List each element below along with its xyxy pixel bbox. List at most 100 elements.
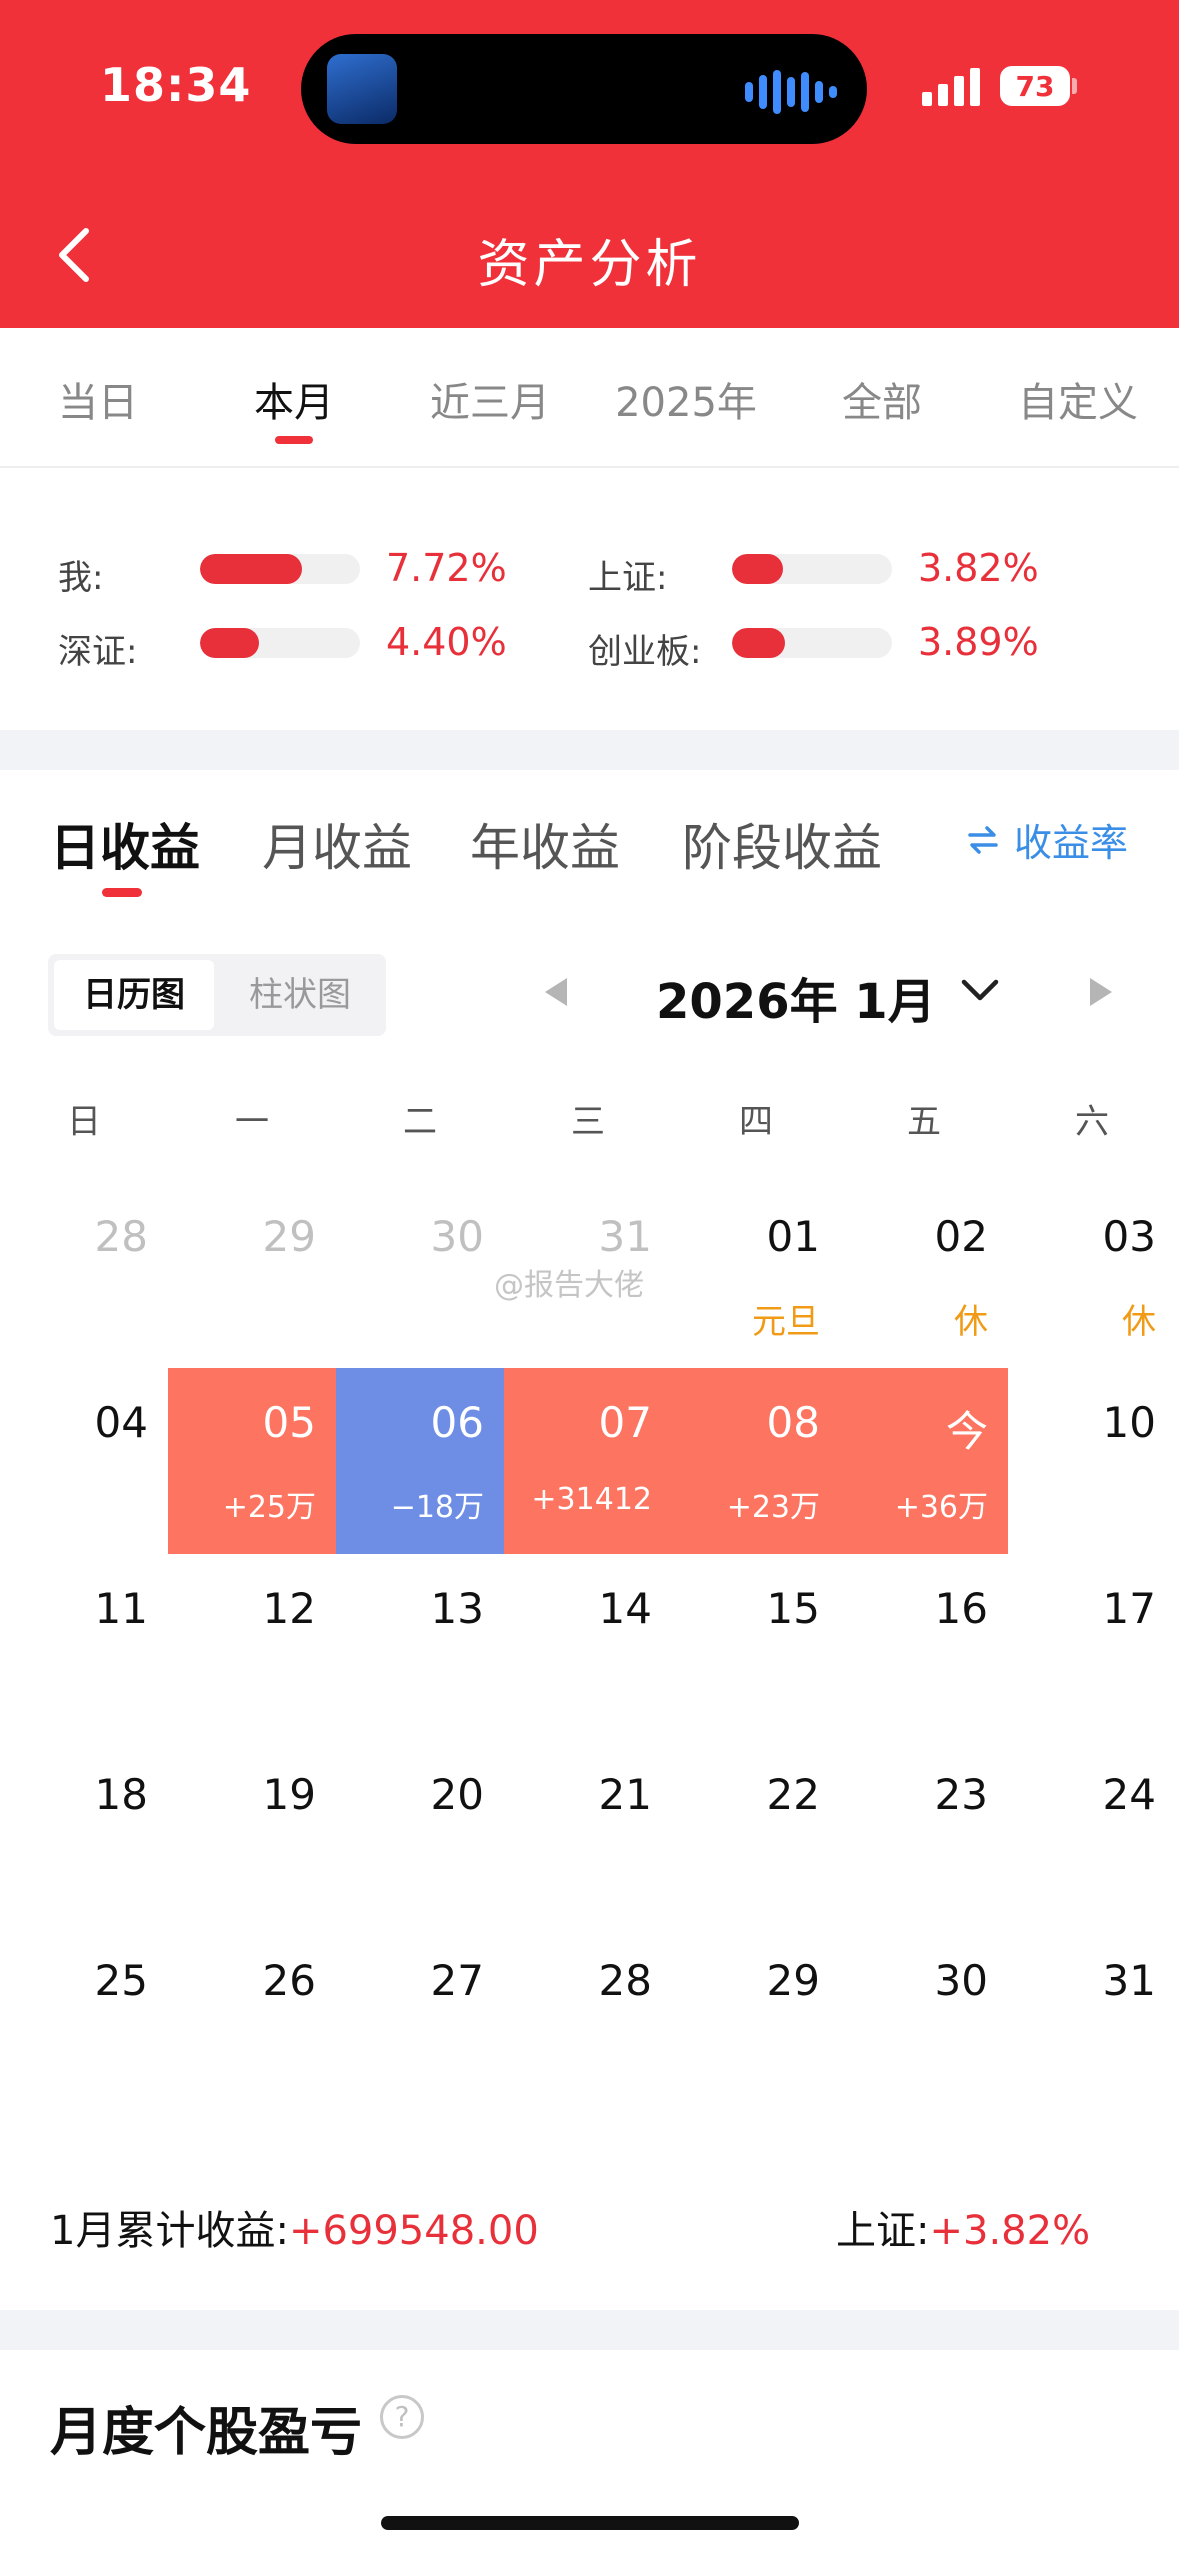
chart-view-toggle: 日历图 柱状图 <box>48 954 386 1036</box>
calendar-day-cell[interactable]: 14 <box>504 1554 672 1740</box>
calendar-day-cell[interactable]: 07 +31412 <box>504 1368 672 1554</box>
calendar-day-cell[interactable]: 06 −18万 <box>336 1368 504 1554</box>
profit-tab-indicator <box>102 888 142 897</box>
compare-bar-shanghai <box>732 554 892 584</box>
section-divider-2 <box>0 2310 1179 2350</box>
calendar-day-cell[interactable]: 29 <box>672 1926 840 2112</box>
calendar-day-cell[interactable]: 12 <box>168 1554 336 1740</box>
calendar-day-cell[interactable]: 31 <box>1008 1926 1176 2112</box>
profit-rate-label: 收益率 <box>1014 821 1129 865</box>
view-bar-button[interactable]: 柱状图 <box>220 960 380 1030</box>
home-indicator <box>381 2516 799 2530</box>
compare-label-shenzhen: 深证: <box>58 632 138 672</box>
calendar-day-profit: +31412 <box>531 1482 652 1517</box>
dynamic-island <box>301 34 867 144</box>
weekday-fri: 五 <box>907 1102 941 1142</box>
compare-bar-me <box>200 554 360 584</box>
calendar-day-number: 14 <box>598 1584 652 1633</box>
calendar-day-number: 01 <box>766 1212 820 1261</box>
calendar-day-number: 今 <box>945 1407 988 1456</box>
calendar-day-cell[interactable]: 24 <box>1008 1740 1176 1926</box>
compare-fill-me <box>200 554 303 584</box>
calendar-day-cell[interactable]: 23 <box>840 1740 1008 1926</box>
weekday-mon: 一 <box>235 1102 269 1142</box>
calendar-day-cell[interactable]: 22 <box>672 1740 840 1926</box>
profit-rate-toggle[interactable]: 收益率 <box>966 812 1128 867</box>
compare-label-shanghai: 上证: <box>588 558 668 598</box>
calendar-day-number: 28 <box>598 1956 652 2005</box>
calendar-day-cell[interactable]: 26 <box>168 1926 336 2112</box>
calendar-day-cell[interactable]: 30 <box>840 1926 1008 2112</box>
compare-fill-shenzhen <box>200 628 260 658</box>
compare-fill-shanghai <box>732 554 784 584</box>
calendar-day-number: 07 <box>598 1398 652 1447</box>
calendar-day-number: 05 <box>262 1398 316 1447</box>
calendar-day-cell[interactable]: 今 +36万 <box>840 1368 1008 1554</box>
calendar-day-cell[interactable]: 30 <box>336 1182 504 1368</box>
calendar-day-cell[interactable]: 25 <box>0 1926 168 2112</box>
battery-icon: 73 <box>1000 66 1070 106</box>
compare-value-shenzhen: 4.40% <box>386 620 507 664</box>
period-tabs: 当日 本月 近三月 2025年 全部 自定义 <box>0 328 1179 468</box>
calendar-day-holiday: 元旦 <box>752 1302 820 1342</box>
calendar-day-cell[interactable]: 21 <box>504 1740 672 1926</box>
compare-value-chinext: 3.89% <box>918 620 1039 664</box>
tab-custom[interactable]: 自定义 <box>980 370 1176 428</box>
calendar-day-cell[interactable]: 05 +25万 <box>168 1368 336 1554</box>
compare-bar-shenzhen <box>200 628 360 658</box>
calendar-day-cell[interactable]: 16 <box>840 1554 1008 1740</box>
calendar-day-cell[interactable]: 28 <box>504 1926 672 2112</box>
calendar-day-cell[interactable]: 17 <box>1008 1554 1176 1740</box>
calendar-day-cell[interactable]: 20 <box>336 1740 504 1926</box>
calendar-day-cell[interactable]: 11 <box>0 1554 168 1740</box>
calendar-day-number: 19 <box>262 1770 316 1819</box>
calendar-day-number: 03 <box>1102 1212 1156 1261</box>
calendar-day-cell[interactable]: 02 休 <box>840 1182 1008 1368</box>
calendar-day-number: 10 <box>1102 1398 1156 1447</box>
calendar-day-cell[interactable]: 29 <box>168 1182 336 1368</box>
calendar-day-cell[interactable]: 08 +23万 <box>672 1368 840 1554</box>
month-title[interactable]: 2026年 1月 <box>656 962 936 1032</box>
calendar-day-cell[interactable]: 03 休 <box>1008 1182 1176 1368</box>
swap-arrows-icon <box>968 825 998 854</box>
calendar-day-cell[interactable]: 13 <box>336 1554 504 1740</box>
page-title: 资产分析 <box>477 235 702 295</box>
view-calendar-button[interactable]: 日历图 <box>54 960 214 1030</box>
tab-daily-profit[interactable]: 日收益 <box>50 808 200 880</box>
calendar-day-number: 08 <box>766 1398 820 1447</box>
tab-year-2025[interactable]: 2025年 <box>588 370 784 428</box>
calendar-day-number: 18 <box>94 1770 148 1819</box>
tab-today[interactable]: 当日 <box>0 370 196 428</box>
tab-period-profit[interactable]: 阶段收益 <box>682 808 882 880</box>
compare-bar-chinext <box>732 628 892 658</box>
weekday-sun: 日 <box>67 1102 101 1142</box>
tab-monthly-profit[interactable]: 月收益 <box>262 808 412 880</box>
chevron-down-icon[interactable] <box>958 972 1002 1008</box>
calendar-day-profit: +36万 <box>894 1490 988 1525</box>
question-circle-icon[interactable]: ? <box>380 2395 424 2439</box>
calendar-day-cell[interactable]: 28 <box>0 1182 168 1368</box>
audio-waveform-icon <box>745 70 837 114</box>
tab-all[interactable]: 全部 <box>784 370 980 428</box>
monthly-stock-pnl-title: 月度个股盈亏 <box>50 2403 363 2463</box>
calendar-day-cell[interactable]: 10 <box>1008 1368 1176 1554</box>
calendar-day-cell[interactable]: 27 <box>336 1926 504 2112</box>
calendar-day-cell[interactable]: 04 <box>0 1368 168 1554</box>
calendar-day-number: 23 <box>934 1770 988 1819</box>
calendar-day-number: 06 <box>430 1398 484 1447</box>
calendar-day-cell[interactable]: 15 <box>672 1554 840 1740</box>
calendar-day-cell[interactable]: 18 <box>0 1740 168 1926</box>
compare-fill-chinext <box>732 628 785 658</box>
calendar-day-holiday: 休 <box>954 1302 988 1342</box>
compare-value-shanghai: 3.82% <box>918 546 1039 590</box>
prev-month-icon[interactable] <box>545 978 567 1006</box>
tab-yearly-profit[interactable]: 年收益 <box>470 808 620 880</box>
tab-this-month[interactable]: 本月 <box>196 370 392 428</box>
tab-three-months[interactable]: 近三月 <box>392 370 588 428</box>
calendar-day-number: 30 <box>430 1212 484 1261</box>
calendar-day-cell[interactable]: 19 <box>168 1740 336 1926</box>
calendar-day-cell[interactable]: 01 元旦 <box>672 1182 840 1368</box>
calendar-day-profit: +25万 <box>222 1490 316 1525</box>
index-change-label: 上证: <box>836 2208 930 2254</box>
next-month-icon[interactable] <box>1090 978 1112 1006</box>
